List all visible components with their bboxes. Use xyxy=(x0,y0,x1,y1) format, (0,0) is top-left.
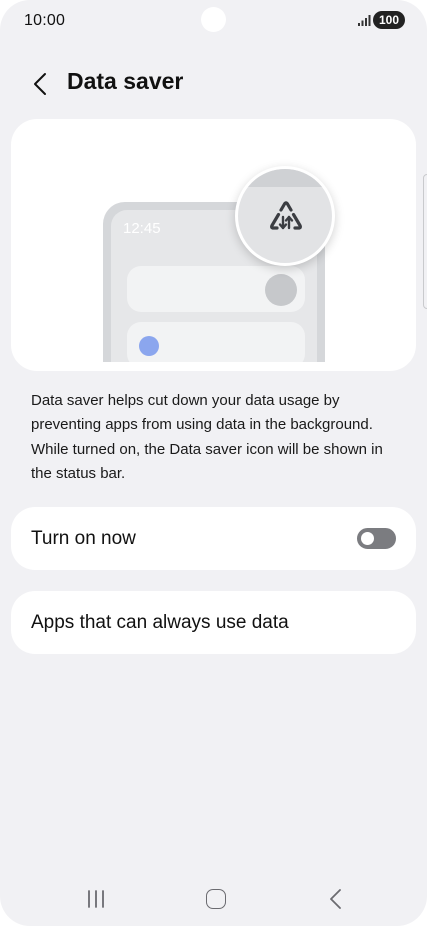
apps-always-use-data-row[interactable]: Apps that can always use data xyxy=(11,591,416,654)
magnifier-status-strip xyxy=(238,169,332,187)
camera-cutout xyxy=(201,7,226,32)
illustration-dot xyxy=(265,274,297,306)
recents-icon[interactable] xyxy=(85,890,107,908)
edge-panel-handle[interactable] xyxy=(423,174,427,309)
phone-screen: 10:00 100 Data saver 12:45 Data saver he… xyxy=(0,0,427,926)
back-button[interactable] xyxy=(28,70,52,98)
apps-always-use-data-label: Apps that can always use data xyxy=(31,611,289,633)
data-saver-icon xyxy=(270,201,302,230)
illustration-row xyxy=(127,266,305,312)
turn-on-now-label: Turn on now xyxy=(31,527,136,549)
status-time: 10:00 xyxy=(24,12,66,29)
illustration-card: 12:45 xyxy=(11,119,416,371)
description-text: Data saver helps cut down your data usag… xyxy=(31,392,383,482)
signal-icon xyxy=(358,15,371,26)
page-title: Data saver xyxy=(67,68,184,94)
back-arrow-icon xyxy=(34,73,46,95)
turn-on-now-toggle[interactable] xyxy=(357,528,396,549)
back-icon[interactable] xyxy=(328,888,344,910)
turn-on-now-row[interactable]: Turn on now xyxy=(11,507,416,570)
magnifier-lens xyxy=(235,166,335,266)
illustration-time: 12:45 xyxy=(123,220,161,237)
battery-indicator: 100 xyxy=(373,11,405,29)
toggle-knob xyxy=(361,532,374,545)
home-icon[interactable] xyxy=(206,889,226,909)
illustration-dot-blue xyxy=(139,336,159,356)
illustration-row xyxy=(127,322,305,362)
